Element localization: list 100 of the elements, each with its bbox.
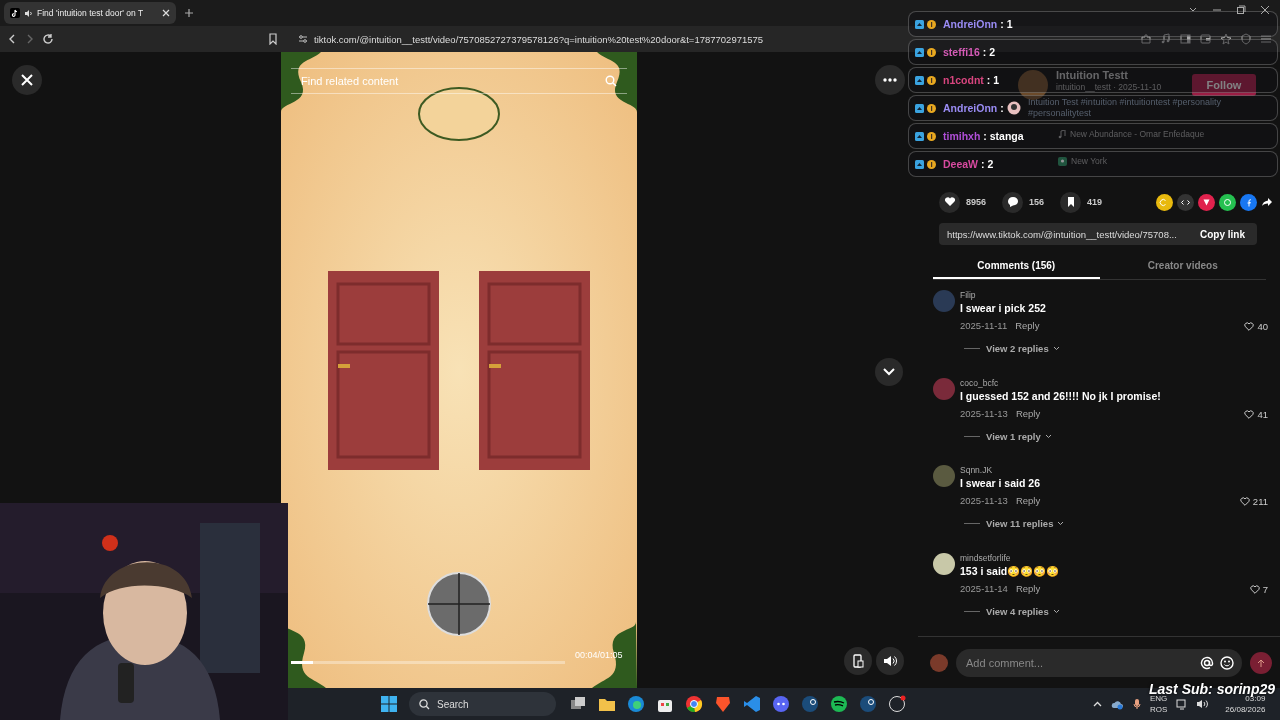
speech-bubble-button[interactable] (1002, 191, 1024, 213)
new-tab-icon[interactable] (184, 8, 194, 18)
heart-outline-icon[interactable] (1239, 497, 1250, 506)
clock-date[interactable]: 26/08/2026 (1225, 705, 1266, 714)
view-replies-button[interactable]: View 2 replies (986, 343, 1060, 354)
chevron-up-icon[interactable] (1093, 701, 1102, 707)
tiktok-logo-icon (10, 8, 20, 18)
browser-tab[interactable]: Find 'intuition test door' on T (4, 2, 176, 24)
chat-username: AndreiOnn (943, 18, 998, 30)
recorder-icon[interactable] (888, 695, 906, 713)
cloud-icon[interactable] (1111, 698, 1124, 710)
view-replies-button[interactable]: View 4 replies (986, 605, 1060, 617)
comment-text: I swear i said 26 (960, 477, 1040, 489)
search-icon (419, 698, 430, 710)
speaker-icon (24, 8, 33, 18)
send-icon[interactable] (1198, 193, 1216, 211)
game-launcher-icon[interactable] (859, 695, 877, 713)
more-icon (883, 78, 897, 82)
next-video-button[interactable] (875, 358, 903, 386)
music-app-icon[interactable] (830, 695, 848, 713)
more-options-button[interactable] (875, 65, 905, 95)
comment-username[interactable]: mindsetforlife (960, 552, 1011, 563)
reply-button[interactable]: Reply (1015, 320, 1040, 331)
badge-icon (927, 159, 936, 169)
panel-tab[interactable]: Comments (156) (933, 253, 1100, 279)
close-icon[interactable] (1260, 5, 1270, 15)
address-bar-url[interactable]: tiktok.com/@intuition__testt/video/7570852727379578126?q=intuition%20test%20door&t=1787702971575 (314, 33, 764, 45)
video-description: Intuition Test #intuition #intuitiontest #personality #personalitytest (1028, 97, 1222, 119)
windows-start-icon[interactable] (380, 695, 398, 713)
speaker-icon (883, 655, 897, 667)
site-settings-icon[interactable] (298, 34, 308, 44)
badge-icon (927, 103, 936, 113)
repost-icon[interactable] (1156, 193, 1174, 211)
heart-outline-icon[interactable] (1244, 322, 1255, 331)
emoji-icon[interactable] (1220, 656, 1234, 670)
comment-username[interactable]: Sqnn.JK (960, 465, 993, 475)
code-editor-icon[interactable] (743, 695, 761, 713)
game-launcher-icon[interactable] (801, 695, 819, 713)
chat-text: : stanga (983, 130, 1024, 142)
chat-username: n1codnt (943, 74, 984, 86)
share-arrow-icon[interactable] (1261, 196, 1274, 208)
view-replies-button[interactable]: View 11 replies (986, 518, 1065, 529)
panel-tab[interactable]: Creator videos (1099, 253, 1266, 279)
arrow-up-icon (1257, 658, 1265, 668)
comment-text: I swear i pick 252 (960, 302, 1046, 314)
bookmark-button[interactable] (1060, 191, 1082, 213)
facebook-icon[interactable] (1240, 193, 1258, 211)
shield-icon[interactable] (1240, 33, 1252, 45)
volume-button[interactable] (876, 647, 904, 675)
comment-date: 2025-11-13 (960, 495, 1008, 506)
speech-bubble-icon (1006, 196, 1019, 208)
speaker-icon[interactable] (1196, 699, 1209, 709)
reply-button[interactable]: Reply (1015, 407, 1041, 419)
like-count: 211 (1252, 496, 1268, 507)
chevron-down-icon (1052, 608, 1060, 614)
network-icon[interactable] (1176, 698, 1188, 710)
restore-icon[interactable] (1236, 5, 1246, 15)
bookmark-icon[interactable] (268, 33, 278, 45)
language-indicator[interactable]: ENG (1150, 694, 1168, 703)
gamepad-icon[interactable] (772, 695, 790, 713)
heart-outline-icon[interactable] (1244, 409, 1255, 419)
comment-text: I guessed 152 and 26!!!! No jk I promise! (960, 389, 1161, 402)
taskbar-search[interactable]: Search (409, 692, 556, 716)
panel-icon[interactable] (1180, 33, 1192, 45)
chat-username: timihxh (943, 130, 981, 142)
tab-title: Find 'intuition test door' on T (37, 8, 145, 18)
chrome-icon[interactable] (685, 695, 703, 713)
miniplayer-button[interactable] (844, 647, 872, 675)
badge-icon (915, 47, 924, 57)
music-icon[interactable] (1160, 33, 1172, 45)
view-replies-button[interactable]: View 1 reply (986, 430, 1052, 442)
comments-count: 156 (1029, 197, 1045, 207)
comment-username[interactable]: Filip (960, 290, 976, 300)
heart-outline-icon[interactable] (1249, 584, 1260, 594)
music-note-icon (1058, 129, 1066, 139)
badge-icon (915, 19, 924, 29)
menu-icon[interactable] (1260, 33, 1272, 45)
wallet-icon[interactable] (1200, 33, 1212, 45)
microphone-icon[interactable] (1133, 698, 1141, 710)
reload-icon[interactable] (42, 33, 54, 45)
last-sub-label: Last Sub: sorinp29 (1149, 681, 1276, 697)
like-count: 7 (1262, 583, 1268, 595)
browser-icon[interactable] (627, 695, 645, 713)
chat-text: : 2 (982, 46, 996, 58)
user-avatar[interactable] (933, 552, 955, 575)
keyboard-layout[interactable]: ROS (1150, 705, 1168, 714)
comment-field[interactable]: Add comment... (956, 649, 1242, 677)
star-icon[interactable] (1220, 33, 1232, 45)
embed-icon[interactable] (1177, 193, 1195, 211)
heart-button[interactable] (939, 191, 960, 213)
copy-link-button[interactable]: Copy link (1188, 223, 1257, 245)
location-icon (1058, 156, 1067, 166)
puzzle-icon[interactable] (1140, 33, 1152, 45)
mention-icon[interactable] (1200, 656, 1214, 670)
close-button[interactable] (12, 65, 42, 95)
send-button[interactable] (1250, 652, 1272, 674)
reply-button[interactable]: Reply (1015, 495, 1041, 506)
reply-button[interactable]: Reply (1015, 582, 1041, 594)
badge-icon (927, 19, 936, 29)
comment-username[interactable]: coco_bcfc (960, 377, 999, 388)
